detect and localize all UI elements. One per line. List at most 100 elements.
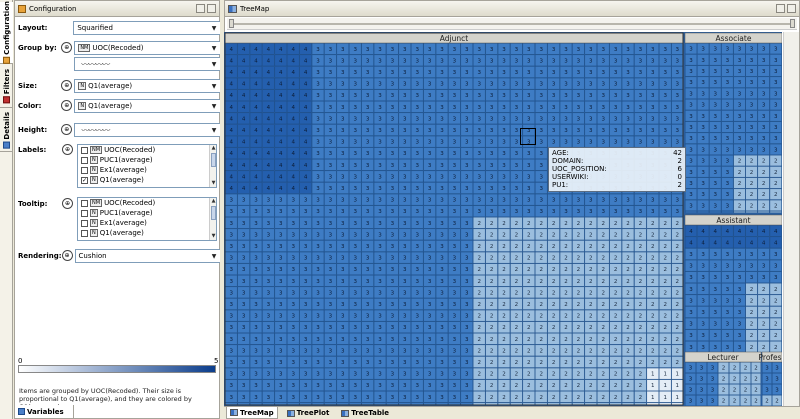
tab-configuration[interactable]: Configuration <box>0 1 13 64</box>
checkbox[interactable] <box>81 209 88 217</box>
treemap-cell[interactable] <box>460 402 473 405</box>
scroll-down-icon[interactable]: ▼ <box>210 233 216 240</box>
rendering-combo[interactable]: Cushion ▼ <box>74 249 221 263</box>
treemap-cell[interactable] <box>659 402 672 405</box>
treemap-cell[interactable] <box>336 402 349 405</box>
tab-variables[interactable]: Variables <box>14 405 74 419</box>
treemap-cell[interactable] <box>697 211 710 213</box>
treemap-cell[interactable] <box>249 402 263 405</box>
checkbox[interactable] <box>81 146 88 154</box>
treemap-cell[interactable] <box>709 211 722 213</box>
treemap-cell[interactable] <box>671 402 683 405</box>
tab-treetable[interactable]: TreeTable <box>338 407 392 419</box>
color-mode-icon[interactable]: ⊕ <box>61 100 73 111</box>
labels-list[interactable]: NM UOC(Recoded) N PUC1(average) N Ex1(avera… <box>77 144 217 188</box>
checkbox[interactable] <box>81 156 88 164</box>
treemap-cell[interactable] <box>485 402 498 405</box>
tooltip-list[interactable]: NM UOC(Recoded) N PUC1(average) N Ex1(avera… <box>77 197 217 241</box>
maximize-button[interactable] <box>787 4 796 13</box>
treemap-cell[interactable] <box>237 402 250 405</box>
checkbox-checked[interactable]: ✓ <box>81 176 88 184</box>
treemap-cell[interactable] <box>373 402 387 405</box>
slider-thumb-right[interactable] <box>790 19 795 28</box>
tab-filters[interactable]: Filters <box>0 66 13 108</box>
treemap-cell[interactable] <box>757 211 770 213</box>
group-by-mode-icon[interactable]: ⊕ <box>61 42 73 53</box>
treemap-cell[interactable] <box>745 211 758 213</box>
list-item[interactable]: N PUC1(average) <box>78 208 216 218</box>
treemap-cell[interactable] <box>535 402 548 405</box>
treemap-cell[interactable] <box>361 402 374 405</box>
treemap-cell[interactable] <box>411 402 424 405</box>
layout-combo[interactable]: Squarified ▼ <box>73 21 221 35</box>
group-by-second-combo[interactable]: 〰〰〰〰 ▼ <box>74 57 221 71</box>
tab-treemap[interactable]: TreeMap <box>226 407 278 419</box>
treemap-cell[interactable] <box>510 402 523 405</box>
treemap-cell[interactable] <box>473 402 486 405</box>
tooltip-scrollbar[interactable]: ▲ ▼ <box>209 198 216 240</box>
treemap-cell[interactable] <box>621 402 635 405</box>
treemap-cell[interactable] <box>685 211 697 213</box>
treemap-cell[interactable] <box>386 402 399 405</box>
treemap-cell[interactable] <box>733 211 746 213</box>
checkbox[interactable] <box>81 166 88 174</box>
treemap-cell[interactable] <box>497 402 511 405</box>
treemap-vertical-scrollbar[interactable] <box>783 32 799 406</box>
treemap-cell[interactable] <box>597 402 610 405</box>
size-mode-icon[interactable]: ⊕ <box>61 80 73 91</box>
labels-scrollbar[interactable]: ▲ ▼ <box>209 145 216 187</box>
treemap-cell[interactable] <box>559 402 573 405</box>
treemap-cell[interactable] <box>324 402 337 405</box>
treemap-cell[interactable] <box>423 402 436 405</box>
list-item[interactable]: ✓ N Q1(average) <box>78 175 216 185</box>
tab-details[interactable]: Details <box>0 110 13 152</box>
checkbox[interactable] <box>81 229 88 237</box>
minimize-button[interactable] <box>196 4 205 13</box>
list-item[interactable]: N Ex1(average) <box>78 165 216 175</box>
maximize-button[interactable] <box>207 4 216 13</box>
slider-thumb-left[interactable] <box>229 19 234 28</box>
checkbox[interactable] <box>81 199 88 207</box>
treemap-canvas[interactable]: 4 4 4 4 4 4 4 3 3 3 3 3 3 3 3 3 3 3 3 3 3 3 3 3 3 3 3 3 3 3 3 3 3 3 3 3 34 4 4… <box>224 32 782 406</box>
treemap-cell[interactable] <box>584 402 597 405</box>
depth-range-slider[interactable] <box>227 18 797 30</box>
scroll-thumb[interactable] <box>211 206 216 220</box>
list-item[interactable]: N Q1(average) <box>78 228 216 238</box>
treemap-cell[interactable] <box>522 402 535 405</box>
tab-treeplot[interactable]: TreePlot <box>284 407 333 419</box>
list-item[interactable]: NM UOC(Recoded) <box>78 145 216 155</box>
scroll-down-icon[interactable]: ▼ <box>210 180 216 187</box>
scroll-up-icon[interactable]: ▲ <box>210 198 216 205</box>
treemap-cell[interactable] <box>299 402 312 405</box>
color-combo[interactable]: N Q1(average) ▼ <box>74 99 221 113</box>
treemap-cell[interactable] <box>721 211 734 213</box>
treemap-cell[interactable] <box>609 402 622 405</box>
treemap-cell[interactable] <box>311 402 325 405</box>
height-combo[interactable]: 〰〰〰〰 ▼ <box>74 123 221 137</box>
size-combo[interactable]: N Q1(average) ▼ <box>74 79 221 93</box>
treemap-cell[interactable] <box>572 402 585 405</box>
treemap-cell[interactable] <box>435 402 449 405</box>
treemap-cell[interactable] <box>349 402 362 405</box>
labels-mode-icon[interactable]: ⊕ <box>62 144 73 155</box>
treemap-cell[interactable] <box>287 402 300 405</box>
list-item[interactable]: N PUC1(average) <box>78 155 216 165</box>
minimize-button[interactable] <box>776 4 785 13</box>
group-by-combo[interactable]: NM UOC(Recoded) ▼ <box>74 41 221 55</box>
treemap-cell[interactable] <box>274 402 287 405</box>
treemap-cell[interactable] <box>225 402 238 405</box>
checkbox[interactable] <box>81 219 88 227</box>
tooltip-mode-icon[interactable]: ⊕ <box>62 198 73 209</box>
scroll-thumb[interactable] <box>211 153 216 167</box>
list-item[interactable]: NM UOC(Recoded) <box>78 198 216 208</box>
height-mode-icon[interactable]: ⊕ <box>61 124 73 135</box>
treemap-cell[interactable] <box>769 211 782 213</box>
list-item[interactable]: N Ex1(average) <box>78 218 216 228</box>
treemap-cell[interactable] <box>634 402 647 405</box>
treemap-cell[interactable] <box>398 402 411 405</box>
treemap-cell[interactable] <box>646 402 659 405</box>
rendering-mode-icon[interactable]: ⊕ <box>61 250 73 261</box>
scroll-up-icon[interactable]: ▲ <box>210 145 216 152</box>
treemap-cell[interactable] <box>262 402 275 405</box>
treemap-cell[interactable] <box>547 402 560 405</box>
